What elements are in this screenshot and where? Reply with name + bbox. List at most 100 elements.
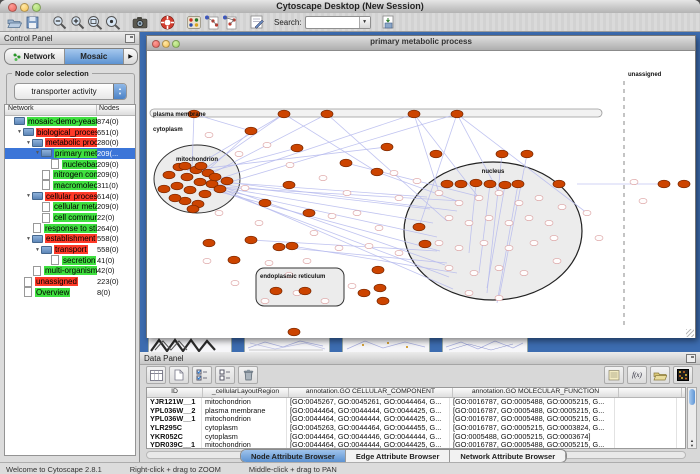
network-node[interactable] [263, 142, 271, 147]
network-node[interactable] [515, 200, 523, 205]
tab-node-attribute-browser[interactable]: Node Attribute Browser [241, 450, 346, 462]
import-attributes-folder-icon[interactable] [650, 366, 670, 384]
network-node[interactable] [480, 240, 488, 245]
network-node-selected[interactable] [163, 171, 175, 179]
tab-network[interactable]: Network [5, 49, 65, 64]
network-node-selected[interactable] [195, 162, 207, 170]
network-node-selected[interactable] [303, 209, 315, 217]
help-lifesaver-icon[interactable] [158, 14, 176, 31]
network-node-selected[interactable] [278, 110, 290, 118]
tree-row[interactable]: ▼primary metabo209(... [5, 148, 135, 159]
tree-row-label[interactable]: secretion [62, 256, 96, 265]
network-node[interactable] [353, 210, 361, 215]
network-node-selected[interactable] [214, 185, 226, 193]
network-window-titlebar[interactable]: primary metabolic process [147, 36, 695, 51]
resize-grip-icon[interactable] [686, 329, 694, 337]
tree-row-label[interactable]: biological_process [36, 128, 97, 137]
network-node-selected[interactable] [245, 236, 257, 244]
save-icon[interactable] [23, 14, 41, 31]
network-node-selected[interactable] [291, 144, 303, 152]
table-column-header[interactable]: ID [147, 388, 203, 397]
table-column-header[interactable]: annotation.GO CELLULAR_COMPONENT [289, 388, 453, 397]
network-node[interactable] [465, 220, 473, 225]
attribute-matrix-icon[interactable] [673, 366, 693, 384]
tree-row-label[interactable]: metabolic process [45, 138, 97, 147]
network-node-selected[interactable] [221, 177, 233, 185]
tab-mosaic[interactable]: Mosaic [65, 49, 125, 64]
tree-row[interactable]: cell communicat22(0) [5, 212, 135, 223]
network-node[interactable] [319, 175, 327, 180]
network-node[interactable] [265, 260, 273, 265]
network-node[interactable] [205, 132, 213, 137]
tree-row-label[interactable]: cellular process [45, 192, 97, 201]
tree-row[interactable]: ▼establishment of lo558(0) [5, 234, 135, 245]
open-file-icon[interactable] [5, 14, 23, 31]
network-node-selected[interactable] [286, 242, 298, 250]
tree-row[interactable]: ▼cellular process614(0) [5, 191, 135, 202]
network-node-selected[interactable] [484, 180, 496, 188]
tree-row-label[interactable]: cell communicat [53, 213, 97, 222]
float-data-panel-icon[interactable] [686, 354, 696, 363]
expand-triangle-icon[interactable]: ▼ [16, 129, 23, 135]
network-node[interactable] [525, 215, 533, 220]
tree-row-label[interactable]: cellular metabo [53, 202, 97, 211]
zoom-fit-icon[interactable] [86, 14, 104, 31]
tree-row[interactable]: response to stimulu264(0) [5, 223, 135, 234]
network-node-selected[interactable] [273, 243, 285, 251]
tree-row[interactable]: ▼metabolic process280(0) [5, 137, 135, 148]
network-node-selected[interactable] [299, 287, 311, 295]
network-node[interactable] [553, 258, 561, 263]
table-row[interactable]: YPL036W__2plasma membrane[GO:0044464, GO… [147, 407, 685, 416]
network-node-selected[interactable] [430, 150, 442, 158]
network-node[interactable] [395, 195, 403, 200]
network-node[interactable] [348, 283, 356, 288]
network-node[interactable] [639, 198, 647, 203]
network-node-selected[interactable] [288, 328, 300, 336]
tree-column-nodes[interactable]: Nodes [97, 105, 135, 115]
scrollbar-thumb[interactable] [689, 389, 695, 405]
tree-column-network[interactable]: Network [5, 105, 97, 115]
vizmapper-icon[interactable] [185, 14, 203, 31]
search-dropdown-icon[interactable]: ▼ [359, 17, 370, 28]
network-node[interactable] [203, 258, 211, 263]
network-node-selected[interactable] [358, 289, 370, 297]
network-node-selected[interactable] [658, 180, 670, 188]
tree-row-label[interactable]: primary metabo [54, 149, 97, 158]
network-node-selected[interactable] [496, 150, 508, 158]
network-node[interactable] [465, 290, 473, 295]
table-column-header[interactable]: annotation.GO MOLECULAR_FUNCTION [453, 388, 619, 397]
network-node-selected[interactable] [228, 256, 240, 264]
tree-row-label[interactable]: nitrogen compo [53, 170, 97, 179]
layout-network-icon[interactable] [203, 14, 221, 31]
network-node-selected[interactable] [340, 159, 352, 167]
tree-row[interactable]: cellular metabo209(0) [5, 202, 135, 213]
network-node-selected[interactable] [372, 266, 384, 274]
tab-network-attribute-browser[interactable]: Network Attribute Browser [450, 450, 566, 462]
network-node[interactable] [231, 280, 239, 285]
function-builder-icon[interactable]: f(x) [627, 366, 647, 384]
float-panel-icon[interactable] [125, 34, 135, 43]
network-node-selected[interactable] [181, 173, 193, 181]
network-node[interactable] [558, 204, 566, 209]
tree-row[interactable]: multi-organism pro42(0) [5, 266, 135, 277]
network-node[interactable] [495, 265, 503, 270]
network-node-selected[interactable] [245, 127, 257, 135]
plugin-manager-icon[interactable] [380, 14, 398, 31]
network-node[interactable] [470, 270, 478, 275]
network-node[interactable] [235, 151, 243, 156]
network-node-selected[interactable] [187, 205, 199, 213]
expand-triangle-icon[interactable]: ▼ [25, 140, 32, 146]
network-node[interactable] [310, 230, 318, 235]
network-node[interactable] [550, 235, 558, 240]
delete-attribute-trash-icon[interactable] [238, 366, 258, 384]
network-node[interactable] [435, 190, 443, 195]
annotation-icon[interactable] [248, 14, 266, 31]
network-canvas[interactable]: plasma membranecytoplasmmitochondrionnuc… [147, 51, 695, 338]
network-node[interactable] [505, 245, 513, 250]
tree-row-label[interactable]: nucleobase- [62, 160, 97, 169]
network-node[interactable] [390, 170, 398, 175]
network-node-selected[interactable] [171, 182, 183, 190]
table-row[interactable]: YDR039C__1mitochondrion[GO:0044464, GO:0… [147, 441, 685, 449]
network-node-selected[interactable] [184, 186, 196, 194]
network-node-selected[interactable] [451, 110, 463, 118]
